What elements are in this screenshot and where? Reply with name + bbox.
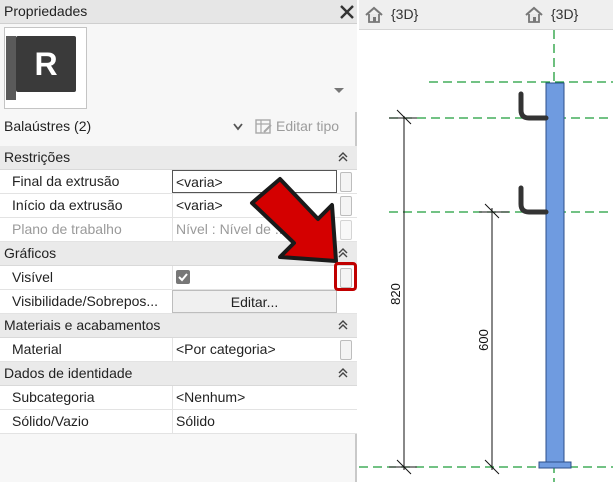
annotation-highlight-box	[334, 262, 357, 291]
3d-viewport[interactable]: {3D} {3D} 820 600	[359, 0, 613, 482]
section-label: Dados de identidade	[4, 365, 133, 381]
properties-panel: Propriedades R Balaústres (2) Editar tip…	[0, 0, 357, 482]
property-name: Material	[12, 341, 62, 357]
collapse-chevron-icon[interactable]	[336, 150, 350, 164]
collapse-chevron-icon[interactable]	[336, 318, 350, 332]
section-label: Gráficos	[4, 245, 57, 261]
type-thumbnail: R	[4, 27, 87, 109]
section-label: Materiais e acabamentos	[4, 317, 161, 333]
dimension-label-820: 820	[388, 283, 403, 305]
view-tab-3d-2[interactable]: {3D}	[524, 4, 613, 26]
instance-filter[interactable]: Balaústres (2)	[4, 118, 91, 134]
property-name: Subcategoria	[12, 389, 95, 405]
baluster-base-plate	[538, 461, 572, 469]
property-name: Sólido/Vazio	[12, 413, 89, 429]
property-row-subcategoria: Subcategoria <Nenhum>	[0, 386, 357, 410]
section-dados-identidade[interactable]: Dados de identidade	[0, 362, 357, 386]
property-value-input[interactable]: Sólido	[172, 410, 337, 433]
dimension-label-600: 600	[476, 329, 491, 351]
property-value-input[interactable]: <Por categoria>	[172, 338, 337, 361]
view-tab-label: {3D}	[551, 6, 579, 22]
edit-visibility-button[interactable]: Editar...	[172, 290, 337, 313]
model-canvas: 820 600	[359, 30, 613, 482]
property-row-material: Material <Por categoria>	[0, 338, 357, 362]
property-value-input[interactable]: <Nenhum>	[172, 386, 337, 409]
edit-type-label: Editar tipo	[276, 118, 340, 134]
property-row-visibilidade: Visibilidade/Sobrepos... Editar...	[0, 290, 357, 314]
baluster-post	[545, 82, 565, 464]
visible-checkbox[interactable]	[176, 270, 190, 284]
associate-parameter-button[interactable]	[340, 340, 352, 360]
home-icon	[524, 6, 544, 24]
edit-type-button[interactable]: Editar tipo	[251, 115, 353, 139]
view-tab-label: {3D}	[391, 6, 419, 22]
property-name: Início da extrusão	[12, 197, 123, 213]
property-name: Plano de trabalho	[12, 221, 122, 237]
properties-title-bar: Propriedades	[0, 0, 357, 24]
properties-title: Propriedades	[4, 3, 88, 19]
revit-logo-letter: R	[34, 46, 57, 82]
chevron-down-icon[interactable]	[231, 120, 245, 132]
type-dropdown-icon[interactable]	[328, 79, 350, 101]
type-selector[interactable]: R	[0, 24, 357, 112]
view-tabs: {3D} {3D}	[359, 0, 613, 30]
section-label: Restrições	[4, 149, 71, 165]
section-materiais[interactable]: Materiais e acabamentos	[0, 314, 357, 338]
edit-type-icon	[255, 119, 272, 134]
close-icon[interactable]	[338, 2, 356, 22]
property-name: Visível	[12, 269, 53, 285]
property-row-solido-vazio: Sólido/Vazio Sólido	[0, 410, 357, 434]
rail-support-hook-upper	[518, 91, 549, 121]
property-name: Visibilidade/Sobrepos...	[12, 293, 159, 309]
instance-filter-row: Balaústres (2) Editar tipo	[0, 112, 357, 142]
collapse-chevron-icon[interactable]	[336, 366, 350, 380]
property-name: Final da extrusão	[12, 173, 120, 189]
home-icon	[364, 6, 384, 24]
annotation-arrow-icon	[250, 177, 338, 263]
view-tab-3d[interactable]: {3D}	[364, 4, 454, 26]
rail-support-hook-lower	[518, 185, 549, 215]
